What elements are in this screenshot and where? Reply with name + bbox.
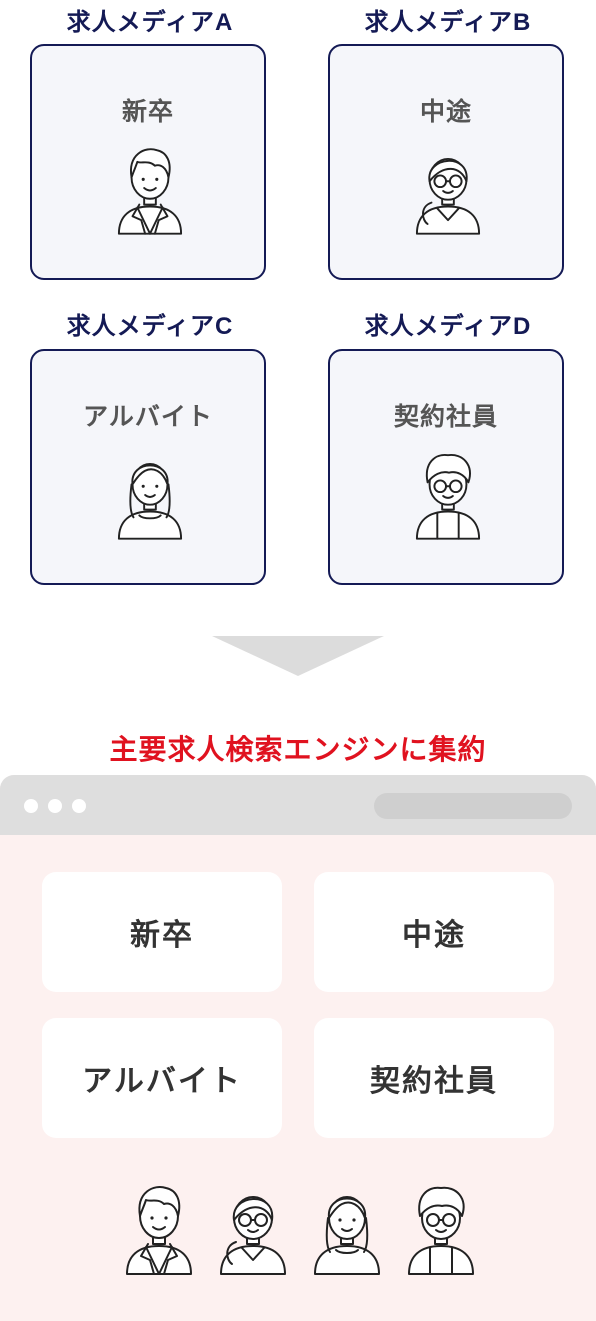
media-title-a: 求人メディアA bbox=[66, 9, 234, 36]
aggregation-headline: 主要求人検索エンジンに集約 bbox=[109, 734, 487, 765]
man-glasses-icon bbox=[414, 449, 482, 541]
media-title-c: 求人メディアC bbox=[66, 313, 234, 340]
media-box-c: アルバイト bbox=[30, 349, 266, 585]
category-card-arubaito: アルバイト bbox=[42, 1018, 282, 1138]
media-label-b: 中途 bbox=[419, 98, 472, 126]
man-icon bbox=[124, 1182, 194, 1276]
media-box-d: 契約社員 bbox=[328, 349, 564, 585]
woman-icon bbox=[312, 1182, 382, 1276]
woman-icon bbox=[116, 449, 184, 541]
media-label-d: 契約社員 bbox=[393, 403, 498, 431]
category-card-keiyaku: 契約社員 bbox=[314, 1018, 554, 1138]
media-label-c: アルバイト bbox=[83, 403, 213, 431]
window-dot-icon bbox=[24, 799, 38, 813]
media-title-d: 求人メディアD bbox=[364, 313, 532, 340]
media-box-b: 中途 bbox=[328, 44, 564, 280]
browser-title-bar bbox=[0, 775, 596, 835]
media-title-b: 求人メディアB bbox=[364, 9, 532, 36]
down-arrow-icon bbox=[212, 636, 384, 676]
category-card-chuto: 中途 bbox=[314, 872, 554, 992]
media-box-a: 新卒 bbox=[30, 44, 266, 280]
woman-glasses-icon bbox=[414, 144, 482, 236]
browser-window: 新卒 中途 アルバイト 契約社員 bbox=[0, 775, 596, 1321]
woman-glasses-icon bbox=[218, 1182, 288, 1276]
media-label-a: 新卒 bbox=[121, 98, 174, 126]
window-dot-icon bbox=[72, 799, 86, 813]
man-glasses-icon bbox=[406, 1182, 476, 1276]
category-card-shinsotsu: 新卒 bbox=[42, 872, 282, 992]
window-dot-icon bbox=[48, 799, 62, 813]
man-icon bbox=[116, 144, 184, 236]
address-bar bbox=[374, 793, 572, 819]
